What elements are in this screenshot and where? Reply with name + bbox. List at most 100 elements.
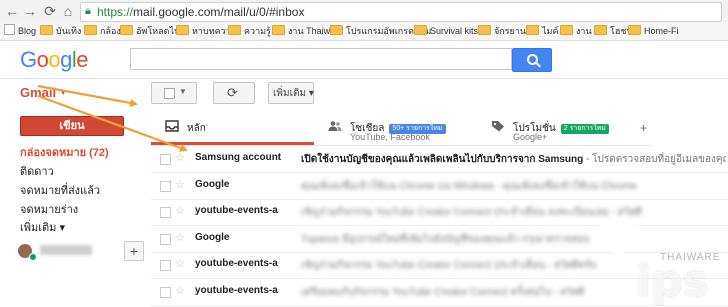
- folder-icon: [628, 25, 641, 35]
- tab-label: หลัก: [187, 123, 206, 134]
- logo-letter: g: [60, 47, 72, 72]
- bookmark-label: บันเทิง: [56, 26, 82, 36]
- search-input[interactable]: [130, 48, 512, 70]
- folder-icon: [176, 25, 189, 35]
- lock-icon: 🔒︎: [85, 5, 91, 17]
- email-snippet: คุณเพิ่งลงชื่อเข้าใช้บน Chrome บน Window…: [301, 179, 726, 194]
- email-preview: Tupanus มีอุปกรณ์ใหม่ที่เพิ่มไปยังบัญชีข…: [301, 233, 590, 245]
- star-icon[interactable]: ☆: [175, 178, 185, 191]
- bookmark-label: กล้อง: [100, 26, 121, 36]
- tag-icon: [492, 121, 504, 132]
- email-preview: - โปรดตรวจสอบที่อยู่อีเมลของคุณ: [583, 154, 726, 165]
- search-icon: [527, 54, 538, 65]
- forward-icon[interactable]: →: [22, 3, 38, 19]
- home-icon[interactable]: ⌂: [60, 3, 76, 19]
- row-checkbox[interactable]: [160, 180, 171, 192]
- email-snippet: เปิดใช้งานบัญชีของคุณแล้วเพลิดเพลินไปกับ…: [301, 152, 726, 167]
- bookmark-item[interactable]: ความรู้: [228, 24, 271, 38]
- folder-icon: [40, 25, 53, 35]
- tab-subtitle: YouTube, Facebook: [350, 132, 430, 142]
- nav-sent[interactable]: จดหมายที่ส่งแล้ว: [20, 181, 100, 199]
- bookmark-item[interactable]: ไมค์: [526, 24, 558, 38]
- google-logo[interactable]: Google: [20, 47, 89, 73]
- bookmark-label: จักรยาน: [494, 26, 527, 36]
- folder-icon: [414, 25, 427, 35]
- bookmark-item[interactable]: งาน: [560, 24, 592, 38]
- watermark-brand: THAIWARE: [660, 252, 721, 263]
- logo-letter: o: [36, 47, 49, 72]
- email-row[interactable]: ☆ Google คุณเพิ่งลงชื่อเข้าใช้บน Chrome บน…: [151, 173, 728, 200]
- folder-icon: [526, 25, 539, 35]
- bookmark-label: Survival kits: [430, 26, 479, 36]
- nav-inbox[interactable]: กล่องจดหมาย (72): [20, 143, 109, 161]
- refresh-button[interactable]: ⟳: [213, 82, 255, 104]
- bookmark-item[interactable]: Home-Fi: [628, 24, 679, 38]
- star-icon[interactable]: ☆: [175, 231, 185, 244]
- nav-more[interactable]: เพิ่มเติม ▾: [20, 218, 65, 236]
- inbox-icon: [165, 120, 179, 132]
- new-count-badge: 2 รายการใหม่: [560, 124, 609, 134]
- row-checkbox[interactable]: [160, 286, 171, 298]
- category-tabs: หลัก โซเชียล 50+ รายการใหม่ YouTube, Face…: [151, 112, 651, 146]
- folder-icon: [330, 25, 343, 35]
- back-icon[interactable]: ←: [4, 3, 20, 19]
- bookmark-item[interactable]: Blog: [4, 24, 36, 38]
- email-sender: youtube-events-a: [195, 284, 278, 296]
- logo-letter: o: [48, 47, 61, 72]
- bookmark-item[interactable]: จักรยาน: [478, 24, 526, 38]
- bookmark-item[interactable]: บันเทิง: [40, 24, 81, 38]
- folder-icon: [560, 25, 573, 35]
- more-button[interactable]: เพิ่มเติม ▾: [268, 82, 314, 104]
- address-bar[interactable]: 🔒︎ https://mail.google.com/mail/u/0/#inb…: [80, 2, 722, 22]
- tab-social[interactable]: โซเชียล 50+ รายการใหม่ YouTube, Facebook: [314, 112, 477, 145]
- star-icon[interactable]: ☆: [175, 204, 185, 217]
- folder-icon: [272, 25, 285, 35]
- people-icon: [328, 121, 342, 131]
- folder-icon: [84, 25, 97, 35]
- bookmark-item[interactable]: Survival kits: [414, 24, 478, 38]
- row-checkbox[interactable]: [160, 154, 171, 165]
- select-all-button[interactable]: ▼: [151, 82, 197, 104]
- bookmark-label: Blog: [18, 26, 37, 36]
- browser-toolbar: ← → ⟳ ⌂ 🔒︎ https://mail.google.com/mail/…: [0, 0, 728, 23]
- url-text: https://mail.google.com/mail/u/0/#inbox: [97, 5, 305, 19]
- star-icon[interactable]: ☆: [175, 151, 185, 164]
- new-hangout-button[interactable]: +: [124, 241, 144, 261]
- email-preview: คุณเพิ่งลงชื่อเข้าใช้บน Chrome บน Window…: [301, 180, 637, 192]
- star-icon[interactable]: ☆: [175, 257, 185, 270]
- search-button[interactable]: [512, 48, 552, 72]
- bookmark-label: งาน: [576, 26, 592, 36]
- caret-down-icon: ▼: [179, 87, 187, 96]
- star-icon[interactable]: ☆: [175, 284, 185, 297]
- nav-drafts[interactable]: จดหมายร่าง: [20, 200, 78, 218]
- logo-letter: G: [20, 47, 37, 72]
- row-checkbox[interactable]: [160, 260, 171, 271]
- email-row[interactable]: ☆ Samsung account เปิดใช้งานบัญชีของคุณแล้…: [151, 146, 728, 173]
- online-status-icon: [29, 253, 37, 261]
- bookmarks-bar: Blog บันเทิง กล้อง อัพโหลดไฟล์ หาบทความ ความร…: [0, 22, 728, 41]
- tab-primary[interactable]: หลัก: [151, 112, 314, 145]
- more-label: เพิ่มเติม ▾: [273, 88, 314, 99]
- tab-promotions[interactable]: โปรโมชั่น 2 รายการใหม่ Google+: [477, 112, 640, 145]
- row-checkbox[interactable]: [160, 207, 171, 218]
- folder-icon: [478, 25, 491, 35]
- bookmark-label: ไมค์: [542, 26, 559, 36]
- refresh-icon: ⟳: [227, 85, 238, 100]
- bookmark-item[interactable]: โฮชน: [594, 24, 633, 38]
- email-subject: เปิดใช้งานบัญชีของคุณแล้วเพลิดเพลินไปกับ…: [301, 154, 584, 165]
- watermark-letter: T: [598, 212, 641, 285]
- bookmark-item[interactable]: กล้อง: [84, 24, 121, 38]
- compose-button[interactable]: เขียน: [20, 116, 124, 136]
- header-divider: [0, 78, 728, 79]
- nav-starred[interactable]: ติดดาว: [20, 162, 54, 180]
- row-checkbox[interactable]: [160, 233, 171, 245]
- email-sender: Google: [195, 231, 230, 243]
- tab-subtitle: Google+: [513, 132, 548, 142]
- gmail-menu[interactable]: Gmail ▼: [20, 85, 67, 100]
- hangouts-bar: +: [16, 241, 144, 261]
- caret-down-icon: ▼: [59, 88, 68, 97]
- email-sender: Google: [195, 178, 230, 190]
- folder-icon: [228, 25, 241, 35]
- folder-icon: [120, 25, 133, 35]
- reload-icon[interactable]: ⟳: [42, 3, 58, 19]
